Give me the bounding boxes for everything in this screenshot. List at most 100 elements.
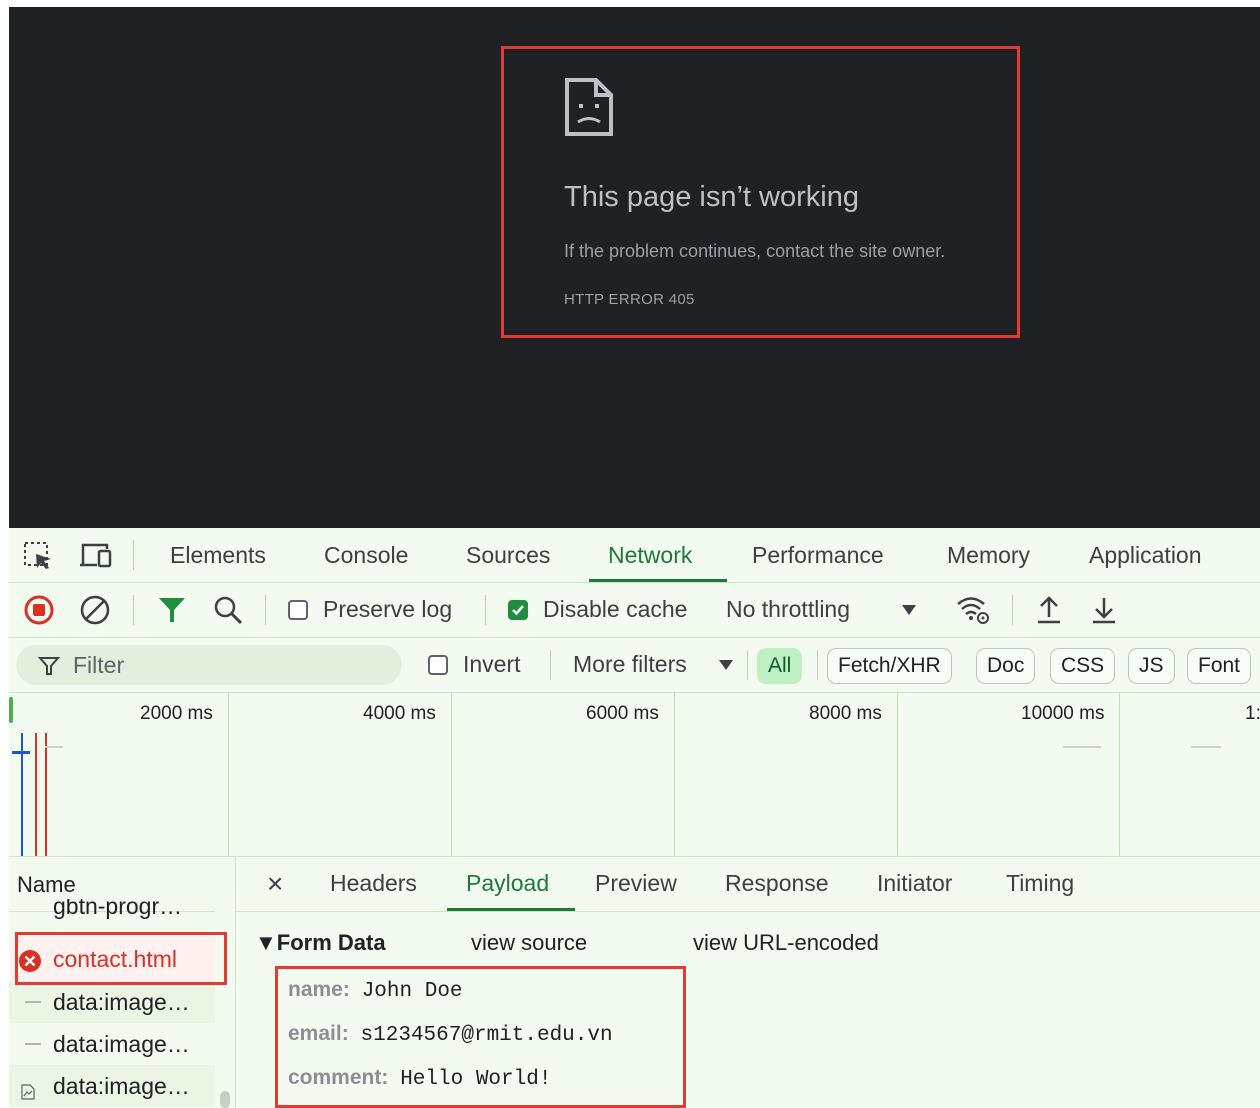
timeline-tick-label: 10000 ms xyxy=(1021,703,1105,724)
view-source-link[interactable]: view source xyxy=(471,930,587,956)
form-field-key: email: xyxy=(288,1022,349,1045)
disable-cache-label[interactable]: Disable cache xyxy=(543,596,687,623)
filter-icon xyxy=(37,655,61,682)
network-toolbar: Preserve log Disable cache No throttling xyxy=(9,583,1260,638)
request-row[interactable]: data:image… xyxy=(9,981,215,1023)
error-highlight-box: This page isn’t working If the problem c… xyxy=(501,46,1020,338)
import-har-icon[interactable] xyxy=(1035,595,1063,630)
form-field-value: John Doe xyxy=(361,980,463,1003)
dropdown-caret-icon[interactable] xyxy=(901,603,917,621)
data-uri-icon xyxy=(25,1001,41,1003)
request-list: Name gbtn-progr… contact.html data:image… xyxy=(9,857,236,1108)
invert-label[interactable]: Invert xyxy=(463,651,521,678)
type-filter-all[interactable]: All xyxy=(757,648,803,684)
type-filter-doc[interactable]: Doc xyxy=(976,648,1036,684)
tab-network[interactable]: Network xyxy=(608,542,692,569)
tab-timing[interactable]: Timing xyxy=(1006,870,1074,897)
tab-initiator[interactable]: Initiator xyxy=(877,870,952,897)
devtools-panel: Elements Console Sources Network Perform… xyxy=(9,528,1260,1108)
active-tab-indicator xyxy=(447,908,575,911)
timeline-tick-label: 8000 ms xyxy=(809,703,882,724)
request-name: gbtn-progr… xyxy=(53,899,183,919)
timeline-tick-label: 2000 ms xyxy=(140,703,213,724)
form-field-value: s1234567@rmit.edu.vn xyxy=(360,1024,613,1047)
detail-tabbar: × Headers Payload Preview Response Initi… xyxy=(236,857,1260,912)
request-detail-pane: × Headers Payload Preview Response Initi… xyxy=(236,857,1260,1108)
invert-checkbox[interactable] xyxy=(428,655,448,675)
timeline-tick-label: 1: xyxy=(1245,703,1260,724)
tab-sources[interactable]: Sources xyxy=(466,542,550,569)
record-stop-icon[interactable] xyxy=(23,594,55,631)
tab-performance[interactable]: Performance xyxy=(752,542,884,569)
clear-icon[interactable] xyxy=(79,594,111,631)
preserve-log-checkbox[interactable] xyxy=(288,600,308,620)
name-column-header-label: Name xyxy=(17,872,76,897)
request-name: data:image… xyxy=(53,1073,190,1099)
filter-funnel-icon[interactable] xyxy=(157,595,187,630)
type-filter-fetch-xhr[interactable]: Fetch/XHR xyxy=(827,648,952,684)
request-row[interactable]: data:image… xyxy=(9,1065,215,1107)
sad-page-icon xyxy=(564,77,614,142)
tab-memory[interactable]: Memory xyxy=(947,542,1030,569)
toolbar-divider xyxy=(817,650,818,680)
error-title: This page isn’t working xyxy=(564,181,859,213)
toolbar-divider xyxy=(1012,595,1013,625)
devtools-tabbar: Elements Console Sources Network Perform… xyxy=(9,528,1260,583)
device-toolbar-icon[interactable] xyxy=(79,541,113,576)
tab-headers[interactable]: Headers xyxy=(330,870,417,897)
form-data-section-toggle[interactable]: ▼Form Data xyxy=(255,930,386,956)
form-field-row: comment: Hello World! xyxy=(288,1066,551,1091)
dropdown-caret-icon[interactable] xyxy=(718,658,734,676)
form-field-row: name: John Doe xyxy=(288,978,463,1003)
inspect-element-icon[interactable] xyxy=(23,541,55,576)
form-field-key: name: xyxy=(288,978,350,1001)
timeline-gridline xyxy=(1119,693,1120,856)
filter-bar: Filter Invert More filters All Fetch/XHR… xyxy=(9,638,1260,693)
tab-application[interactable]: Application xyxy=(1089,542,1202,569)
type-filter-js[interactable]: JS xyxy=(1128,648,1175,684)
data-uri-icon xyxy=(25,1043,41,1045)
tab-payload[interactable]: Payload xyxy=(466,870,549,897)
timeline-gridline xyxy=(897,693,898,856)
network-timeline-overview[interactable]: 2000 ms 4000 ms 6000 ms 8000 ms 10000 ms… xyxy=(9,693,1260,857)
disable-cache-checkbox[interactable] xyxy=(508,600,528,620)
contact-row-highlight-box xyxy=(15,932,227,985)
load-event-marker xyxy=(35,733,37,856)
request-bar xyxy=(1191,746,1221,748)
request-bar xyxy=(1063,746,1101,748)
request-name: data:image… xyxy=(53,1031,190,1057)
active-tab-indicator xyxy=(589,579,727,582)
tab-console[interactable]: Console xyxy=(324,542,408,569)
request-list-scrollbar[interactable] xyxy=(220,1091,230,1108)
export-har-icon[interactable] xyxy=(1090,595,1118,630)
image-file-icon xyxy=(21,1079,35,1106)
network-conditions-icon[interactable] xyxy=(955,593,991,632)
form-field-key: comment: xyxy=(288,1066,389,1089)
request-bar xyxy=(45,746,63,748)
type-filter-font[interactable]: Font xyxy=(1187,648,1252,684)
filter-input[interactable]: Filter xyxy=(16,645,402,685)
close-icon[interactable]: × xyxy=(267,868,283,900)
timeline-selection-handle[interactable] xyxy=(9,697,13,723)
preserve-log-label[interactable]: Preserve log xyxy=(323,596,452,623)
toolbar-divider xyxy=(265,595,266,625)
type-filter-css[interactable]: CSS xyxy=(1050,648,1116,684)
timeline-tick-label: 4000 ms xyxy=(363,703,436,724)
search-icon[interactable] xyxy=(212,594,244,631)
timeline-gridline xyxy=(228,693,229,856)
tab-response[interactable]: Response xyxy=(725,870,829,897)
timeline-gridline xyxy=(451,693,452,856)
tab-preview[interactable]: Preview xyxy=(595,870,677,897)
more-filters-dropdown[interactable]: More filters xyxy=(573,651,687,678)
toolbar-divider xyxy=(550,650,551,680)
throttling-select[interactable]: No throttling xyxy=(726,596,850,623)
request-row[interactable]: data:image… xyxy=(9,1023,215,1065)
request-row[interactable]: gbtn-progr… xyxy=(9,899,215,933)
toolbar-divider xyxy=(485,595,486,625)
request-name: data:image… xyxy=(53,989,190,1015)
load-event-marker xyxy=(45,733,47,856)
toolbar-divider xyxy=(133,540,134,570)
tab-elements[interactable]: Elements xyxy=(170,542,266,569)
request-bar xyxy=(12,751,30,754)
view-url-encoded-link[interactable]: view URL-encoded xyxy=(693,930,879,956)
